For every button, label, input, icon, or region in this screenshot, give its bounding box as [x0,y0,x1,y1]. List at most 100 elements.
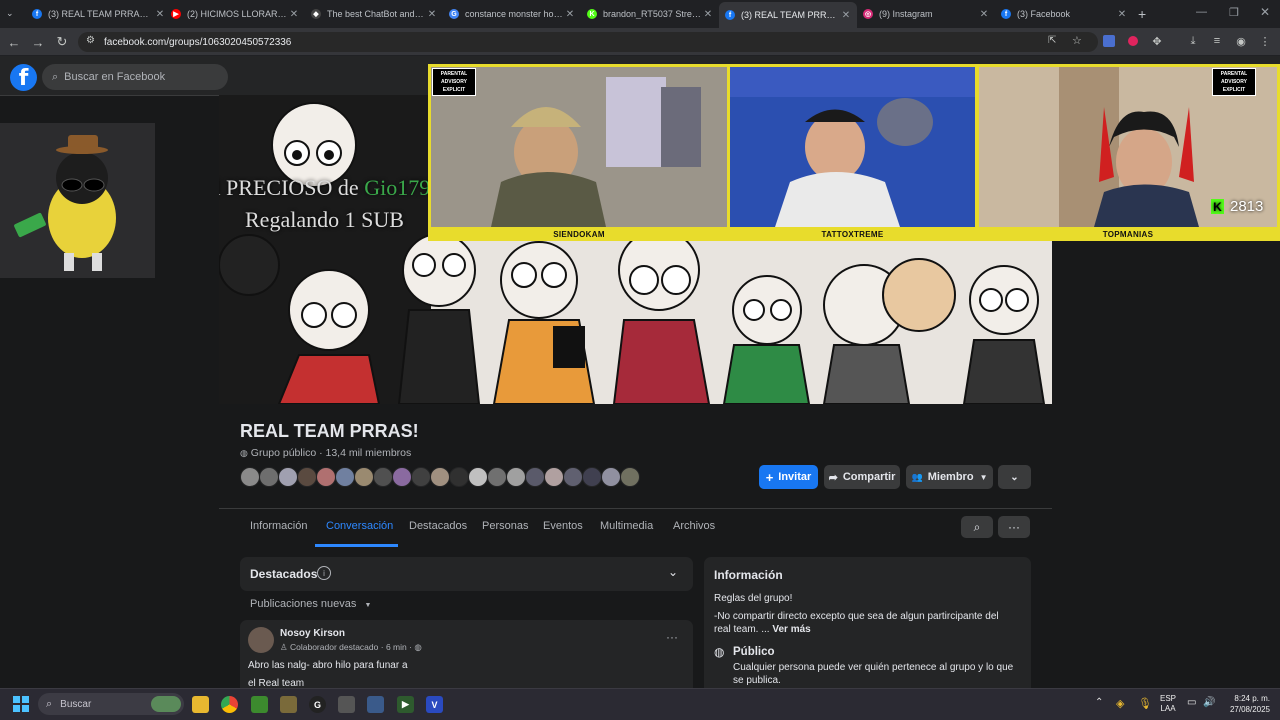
tab-conversacion[interactable]: Conversación [326,520,393,532]
app-green-icon[interactable]: ▶ [397,696,414,713]
collapse-chevron-icon[interactable]: ⌄ [668,565,678,579]
tab-close-icon[interactable]: ✕ [563,9,577,20]
calculator-icon[interactable] [367,696,384,713]
install-app-icon[interactable]: ⇱ [1048,35,1056,46]
tab-close-icon[interactable]: ✕ [1115,9,1129,20]
member-avatar[interactable] [506,467,526,487]
more-options-dropdown-button[interactable]: ⌄ [998,465,1031,489]
post-options-icon[interactable]: ··· [666,630,678,644]
member-avatar[interactable] [525,467,545,487]
browser-tab-2[interactable]: ▶ (2) HICIMOS LLORAR A PI ✕ [165,4,305,24]
post-time[interactable]: 6 min [386,642,407,652]
member-button[interactable]: 👥 Miembro ▼ [906,465,993,489]
tab-search-chevron-icon[interactable]: ⌄ [6,8,14,19]
keyboard-language[interactable]: ESP LAA [1160,694,1176,714]
new-tab-plus-icon[interactable]: + [1138,6,1146,22]
member-avatar[interactable] [335,467,355,487]
group-search-button[interactable]: ⌕ [961,516,993,538]
member-avatar[interactable] [582,467,602,487]
tab-close-icon[interactable]: ✕ [425,9,439,20]
windows-start-icon[interactable] [13,696,29,712]
post-author-avatar[interactable] [248,627,274,653]
info-circle-icon[interactable]: i [317,566,331,580]
browser-menu-icon[interactable]: ⋮ [1258,34,1272,48]
member-avatar[interactable] [392,467,412,487]
member-avatar[interactable] [240,467,260,487]
tab-close-icon[interactable]: ✕ [287,9,301,20]
share-button[interactable]: ➦ Compartir [824,465,900,489]
app-document-icon[interactable] [338,696,355,713]
member-avatar[interactable] [544,467,564,487]
browser-tab-4[interactable]: Gconstance monster house ✕ [443,4,581,24]
member-avatar[interactable] [563,467,583,487]
group-more-button[interactable]: ··· [998,516,1030,538]
tab-archivos[interactable]: Archivos [673,520,715,532]
taskbar-search-box[interactable]: ⌕ Buscar [38,693,184,715]
taskbar-clock[interactable]: 8:24 p. m. 27/08/2025 [1222,693,1270,715]
extensions-puzzle-icon[interactable]: ✥ [1150,34,1164,48]
network-icon[interactable]: ▭ [1187,697,1196,708]
bookmark-star-icon[interactable]: ☆ [1072,34,1082,47]
member-avatar[interactable] [487,467,507,487]
profile-icon[interactable]: ◉ [1234,34,1248,48]
member-avatar[interactable] [373,467,393,487]
browser-tab-1[interactable]: f (3) REAL TEAM PRRAS! | F ✕ [26,4,171,24]
see-more-link[interactable]: Ver más [772,624,810,635]
tray-app-icon[interactable]: ◈ [1116,697,1124,710]
lang-line1: ESP [1160,694,1177,703]
group-title[interactable]: REAL TEAM PRRAS! [240,421,419,442]
record-extension-icon[interactable] [1126,34,1140,48]
post-author-name[interactable]: Nosoy Kirson [280,628,345,639]
member-avatar[interactable] [354,467,374,487]
tab-destacados[interactable]: Destacados [409,520,467,532]
forward-arrow-icon[interactable]: → [30,34,46,50]
address-bar[interactable]: ⚙ facebook.com/groups/1063020450572336 ⇱… [78,32,1098,52]
tab-personas[interactable]: Personas [482,520,528,532]
browser-tab-3[interactable]: ◆ The best ChatBot and Wo ✕ [305,4,443,24]
tab-close-icon[interactable]: ✕ [701,9,715,20]
group-meta-text[interactable]: Grupo público · 13,4 mil miembros [251,447,411,459]
app-v-icon[interactable]: V [426,696,443,713]
file-explorer-icon[interactable] [192,696,209,713]
reading-list-icon[interactable]: ≡ [1210,34,1224,48]
facebook-search-input[interactable]: ⌕ Buscar en Facebook [42,64,228,90]
minecraft-block-icon[interactable] [280,696,297,713]
member-avatar[interactable] [449,467,469,487]
download-icon[interactable]: ⤓ [1186,34,1200,48]
tab-multimedia[interactable]: Multimedia [600,520,653,532]
translate-extension-icon[interactable] [1102,34,1116,48]
member-avatar[interactable] [468,467,488,487]
minecraft-icon[interactable] [251,696,268,713]
member-avatar[interactable] [316,467,336,487]
member-avatar[interactable] [297,467,317,487]
back-arrow-icon[interactable]: ← [6,34,22,50]
site-info-icon[interactable]: ⚙ [86,35,95,46]
member-avatar[interactable] [278,467,298,487]
browser-tab-6[interactable]: f (3) REAL TEAM PRRAS! | F✕ [719,2,857,28]
member-avatars[interactable] [240,467,640,489]
tab-close-icon[interactable]: ✕ [977,9,991,20]
reload-icon[interactable]: ↻ [54,34,70,50]
volume-icon[interactable]: 🔊 [1203,697,1215,708]
chrome-icon[interactable] [221,696,238,713]
member-avatar[interactable] [620,467,640,487]
app-g-icon[interactable]: G [309,696,326,713]
browser-tab-8[interactable]: f (3) Facebook ✕ [995,4,1133,24]
tab-informacion[interactable]: Información [250,520,307,532]
close-window-button[interactable]: ✕ [1260,5,1270,19]
member-avatar[interactable] [430,467,450,487]
tab-eventos[interactable]: Eventos [543,520,583,532]
member-avatar[interactable] [411,467,431,487]
tray-chevron-up-icon[interactable]: ⌃ [1095,697,1103,708]
browser-tab-7[interactable]: ◎ (9) Instagram ✕ [857,4,995,24]
member-avatar[interactable] [259,467,279,487]
microphone-icon[interactable]: 🎙 [1138,697,1152,710]
tab-close-icon[interactable]: ✕ [839,10,853,21]
facebook-logo-icon[interactable]: f [10,64,37,91]
member-avatar[interactable] [601,467,621,487]
invite-button[interactable]: + Invitar [759,465,818,489]
restore-window-button[interactable]: ❐ [1229,6,1239,19]
sort-posts-dropdown[interactable]: Publicaciones nuevas ▼ [250,598,371,610]
browser-tab-5[interactable]: Kbrandon_RT5037 Stream ✕ [581,4,719,24]
minimize-window-button[interactable]: — [1196,6,1207,18]
